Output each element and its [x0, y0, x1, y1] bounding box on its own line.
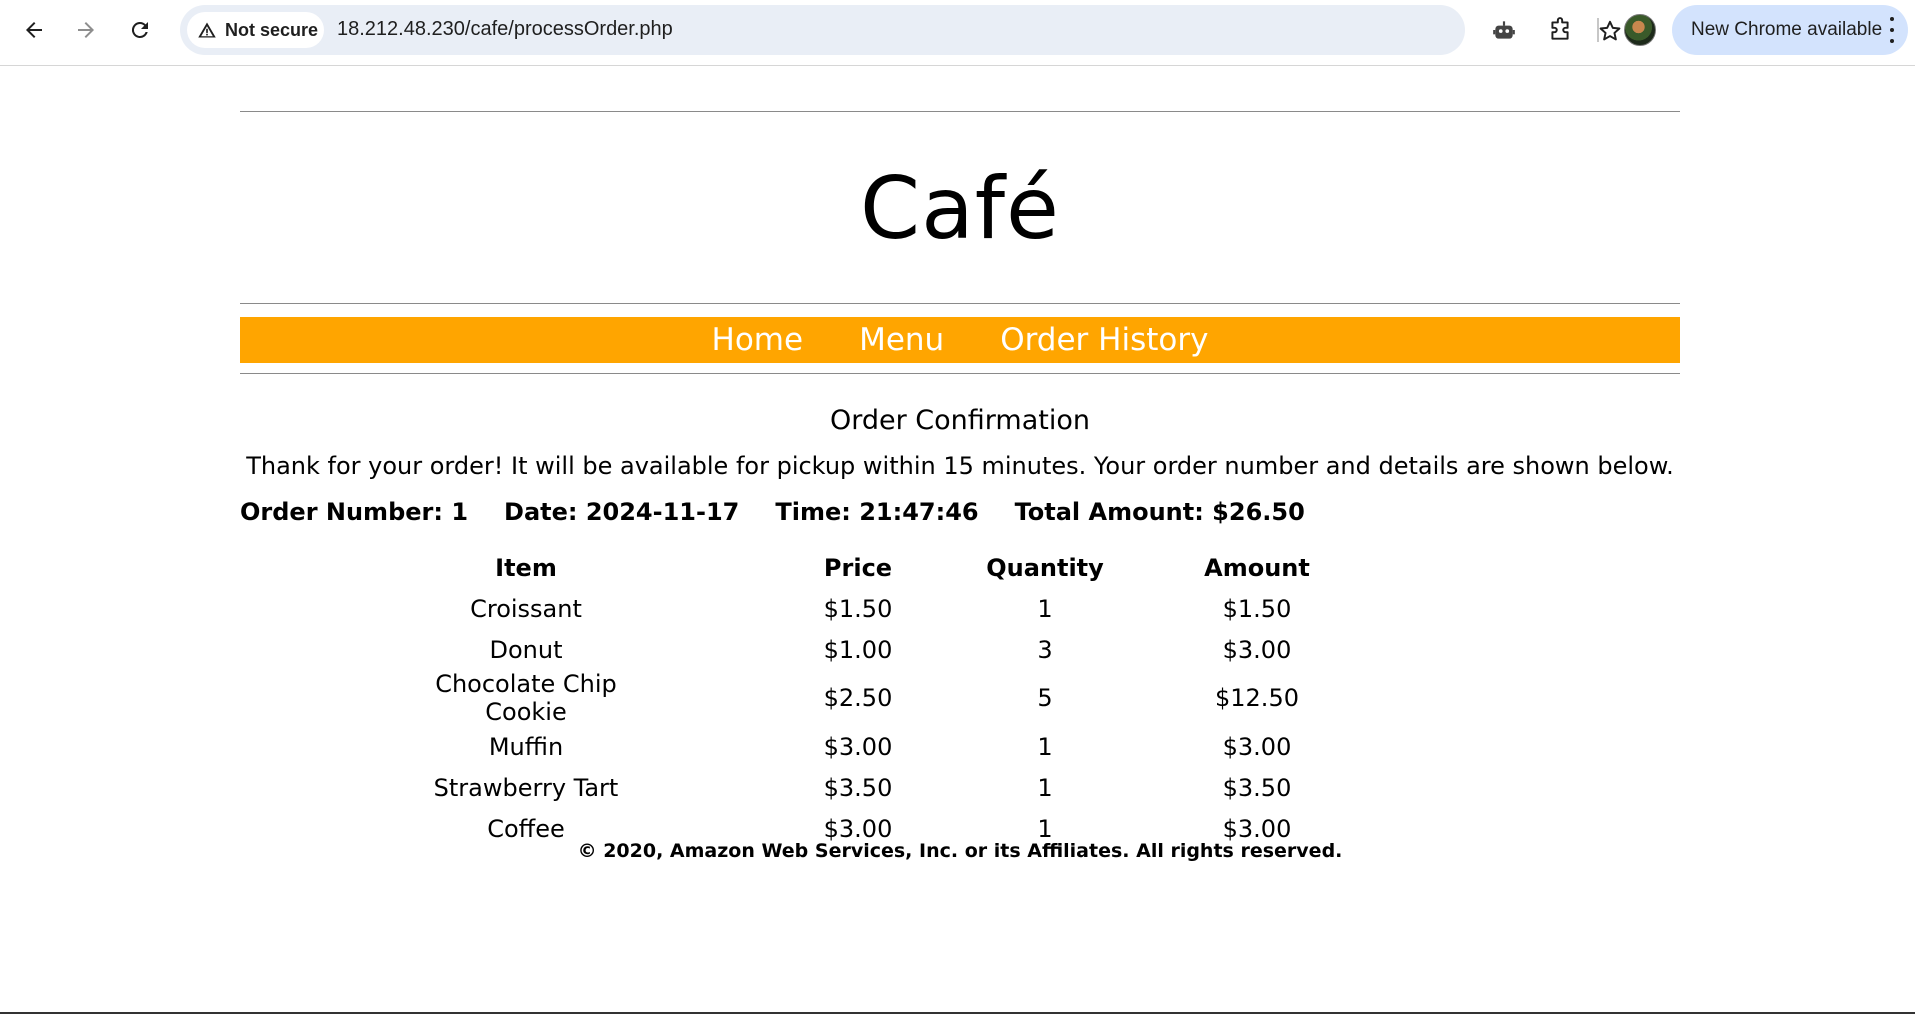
table-row: Donut $1.00 3 $3.00 [400, 629, 1342, 670]
main-navbar: Home Menu Order History [240, 317, 1680, 363]
order-time: Time: 21:47:46 [775, 498, 979, 526]
cell-item: Strawberry Tart [433, 773, 619, 802]
nav-link-menu[interactable]: Menu [859, 322, 944, 358]
kebab-icon[interactable] [1888, 17, 1896, 43]
extensions-icon [1551, 17, 1569, 40]
table-row: Muffin $3.00 1 $3.00 [400, 726, 1342, 767]
header-amount: Amount [1204, 554, 1310, 582]
order-number: Order Number: 1 [240, 498, 469, 526]
nav-link-home[interactable]: Home [712, 322, 804, 358]
cell-quantity: 1 [1037, 594, 1053, 623]
profile-avatar[interactable] [1624, 14, 1656, 46]
table-row: Chocolate Chip Cookie $2.50 5 $12.50 [400, 670, 1342, 726]
nav-divider [240, 373, 1680, 374]
reload-icon [131, 21, 148, 38]
url-text[interactable]: 18.212.48.230/cafe/processOrder.php [337, 18, 673, 41]
header-item: Item [495, 554, 557, 582]
update-label: New Chrome available [1691, 19, 1883, 40]
cell-item: Chocolate Chip Cookie [435, 670, 617, 726]
order-summary: Order Number: 1 Date: 2024-11-17 Time: 2… [240, 498, 1341, 526]
address-bar[interactable]: Not secure 18.212.48.230/cafe/processOrd… [180, 5, 1621, 55]
order-items-table: Item Price Quantity Amount Croissant $1.… [400, 548, 1342, 849]
cell-amount: $3.00 [1222, 635, 1292, 664]
top-divider [240, 111, 1680, 112]
cell-price: $3.50 [823, 773, 893, 802]
back-icon [26, 22, 42, 38]
star-icon [1599, 20, 1621, 41]
cell-price: $2.50 [823, 684, 893, 712]
table-header-row: Item Price Quantity Amount [400, 548, 1342, 588]
nav-link-order-history[interactable]: Order History [1000, 322, 1208, 358]
cell-quantity: 3 [1037, 635, 1053, 664]
cell-price: $3.00 [823, 732, 893, 761]
cell-quantity: 1 [1037, 773, 1053, 802]
back-button[interactable] [14, 12, 54, 48]
header-quantity: Quantity [986, 554, 1104, 582]
order-date: Date: 2024-11-17 [504, 498, 740, 526]
toolbar-divider [1597, 18, 1599, 42]
site-title: Café [860, 159, 1060, 259]
update-chrome-button[interactable]: New Chrome available [1672, 5, 1908, 55]
cell-price: $1.00 [823, 635, 893, 664]
table-row: Strawberry Tart $3.50 1 $3.50 [400, 767, 1342, 808]
confirmation-message: Thank for your order! It will be availab… [246, 452, 1674, 480]
cell-item: Muffin [488, 732, 564, 761]
copyright-footer: © 2020, Amazon Web Services, Inc. or its… [577, 840, 1343, 862]
page-content: Café Home Menu Order History Order Confi… [0, 66, 1915, 1014]
forward-icon [78, 22, 94, 38]
warning-icon [198, 22, 216, 38]
header-price: Price [823, 554, 893, 582]
cell-amount: $3.00 [1222, 732, 1292, 761]
security-chip[interactable]: Not secure [187, 12, 324, 48]
browser-toolbar: Not secure 18.212.48.230/cafe/processOrd… [0, 0, 1915, 66]
cell-amount: $12.50 [1215, 684, 1299, 712]
forward-button[interactable] [66, 12, 106, 48]
header-divider [240, 303, 1680, 304]
cell-amount: $3.50 [1222, 773, 1292, 802]
cell-price: $1.50 [823, 594, 893, 623]
cell-item: Donut [489, 635, 563, 664]
reload-button[interactable] [120, 12, 160, 48]
assistant-button[interactable] [1484, 12, 1524, 48]
table-row: Croissant $1.50 1 $1.50 [400, 588, 1342, 629]
cell-amount: $1.50 [1222, 594, 1292, 623]
robot-icon [1493, 21, 1515, 39]
order-total: Total Amount: $26.50 [1014, 498, 1305, 526]
cell-item: Croissant [470, 594, 582, 623]
cell-quantity: 1 [1037, 732, 1053, 761]
extensions-button[interactable] [1540, 12, 1580, 48]
page-title: Order Confirmation [830, 405, 1090, 436]
cell-quantity: 5 [1037, 684, 1053, 712]
security-label: Not secure [225, 19, 319, 40]
